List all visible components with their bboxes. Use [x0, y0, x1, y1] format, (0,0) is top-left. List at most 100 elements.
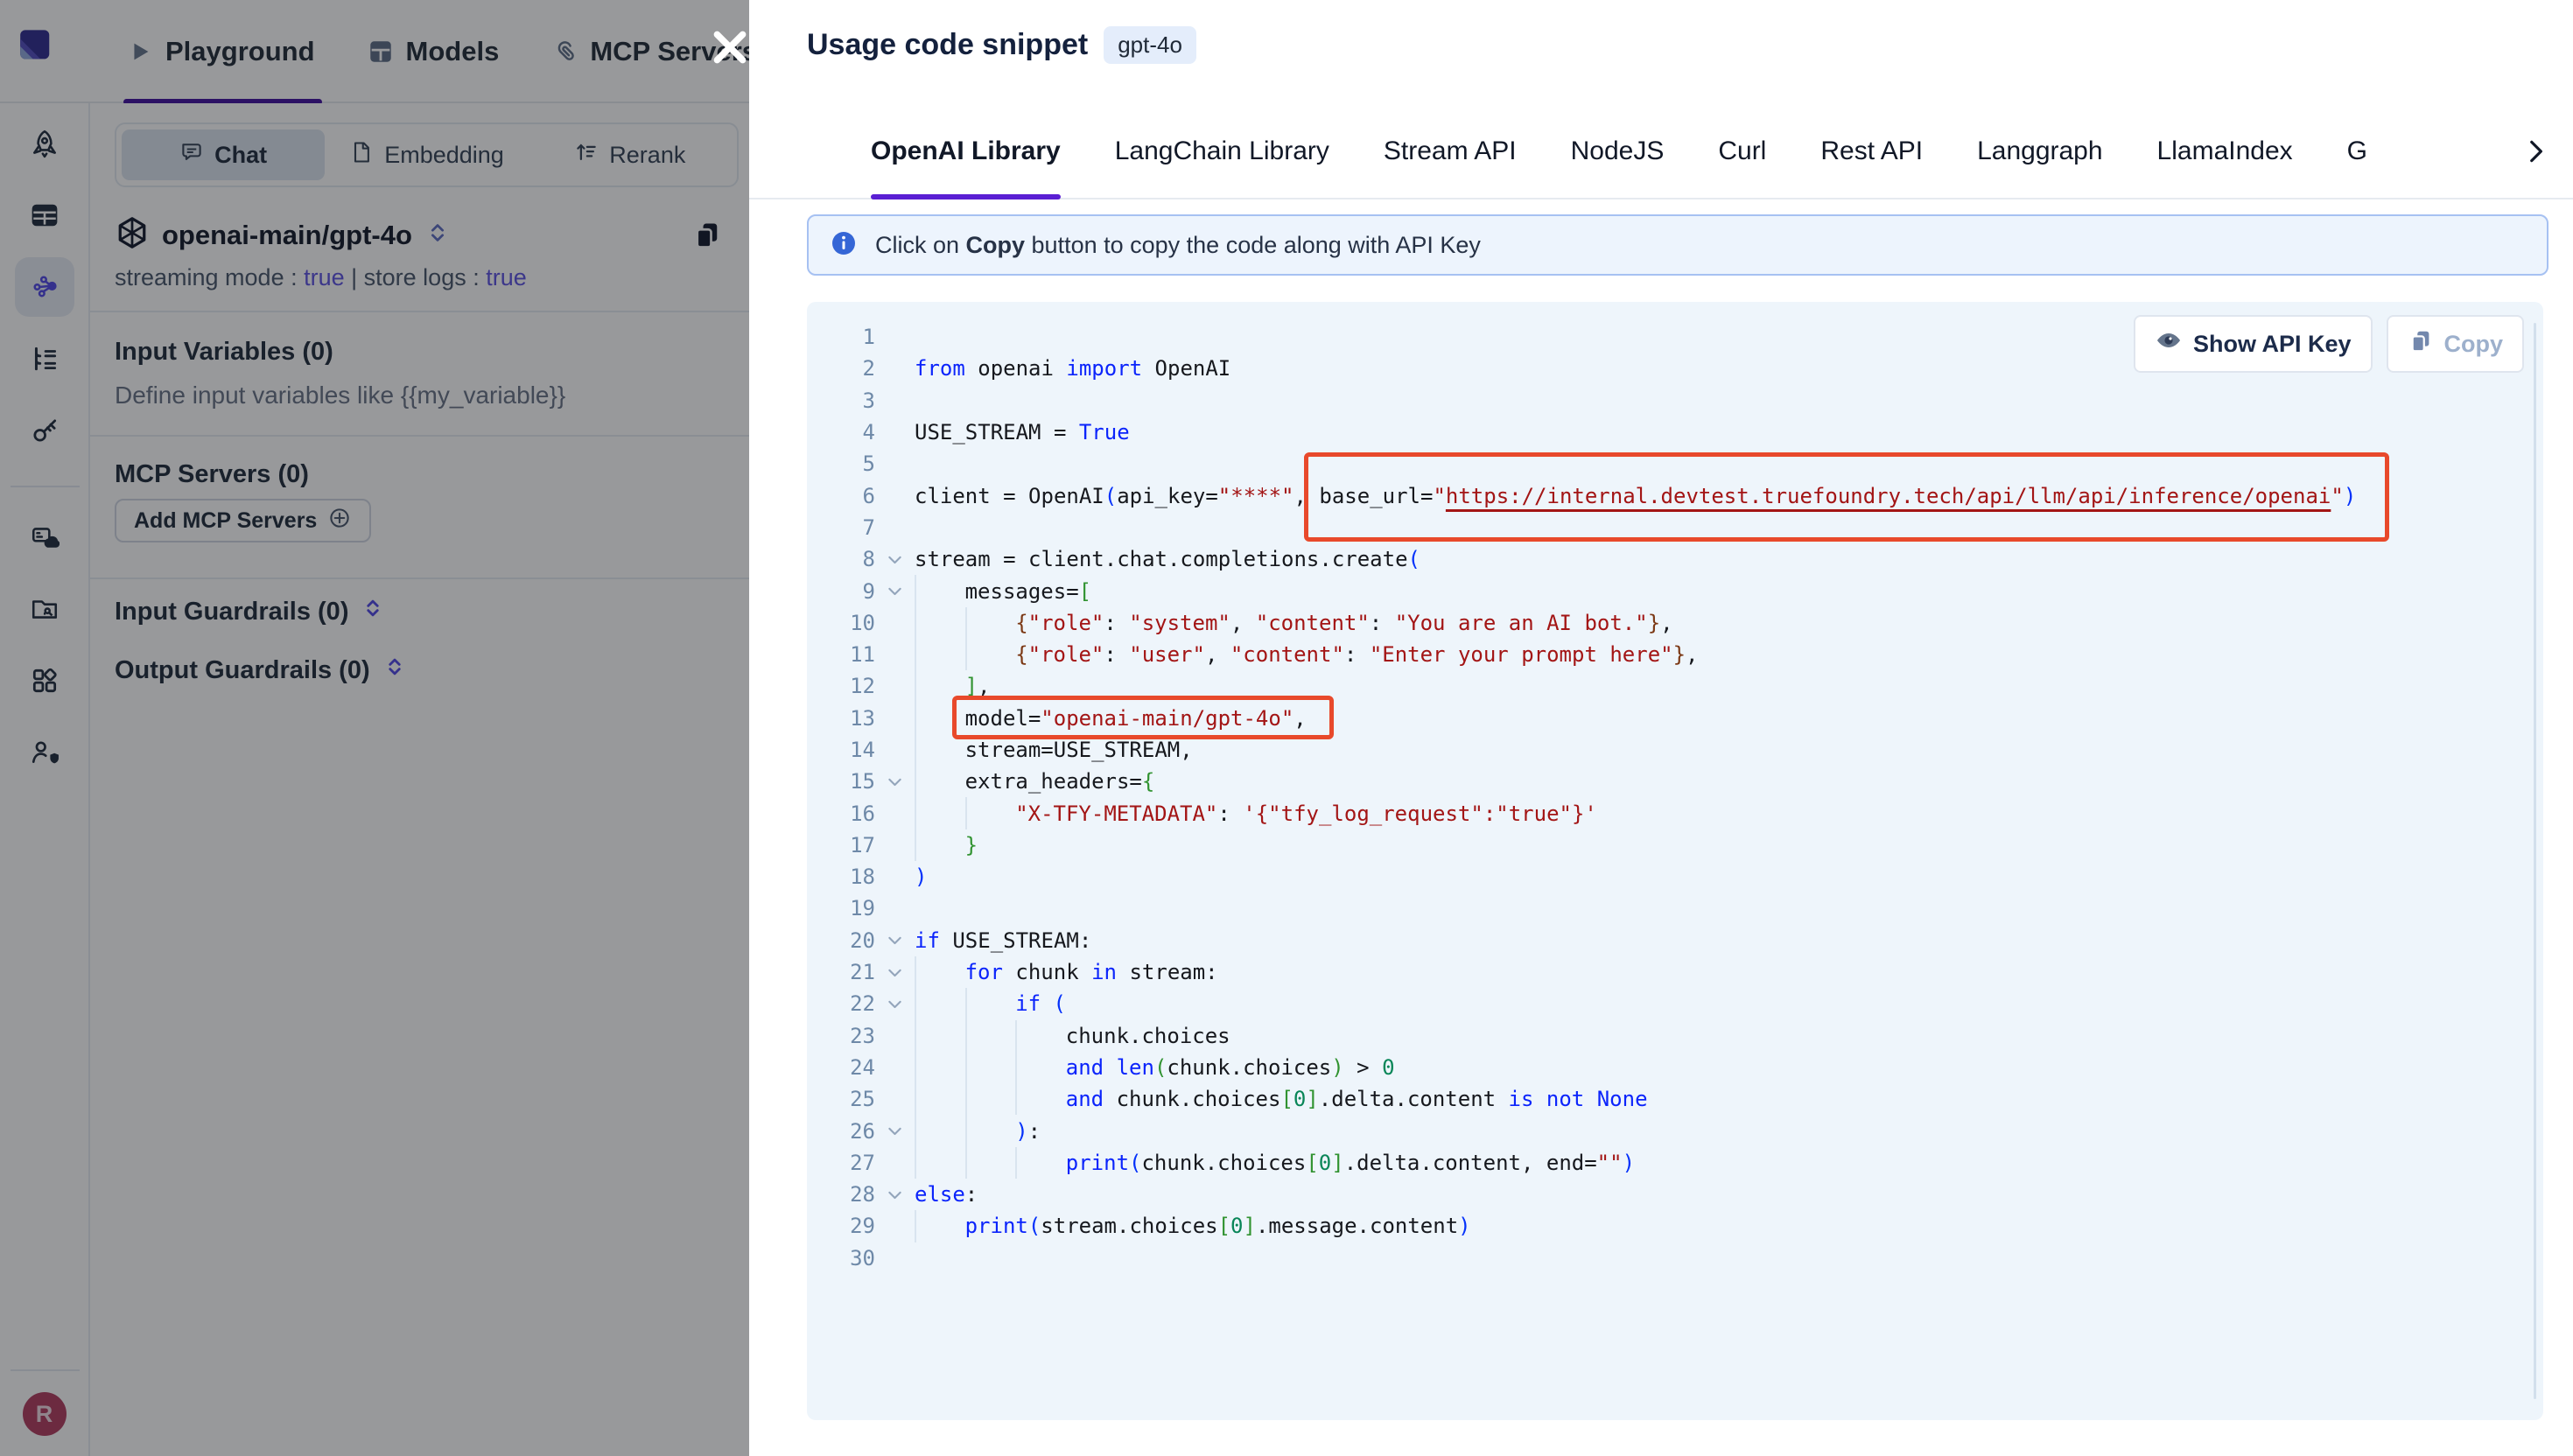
indent-guide [915, 1020, 965, 1052]
indent-guide [965, 1083, 1016, 1115]
app-screen: Playground Models MCP Servers [0, 0, 2573, 1456]
line-number: 21 [807, 960, 875, 984]
fold-chevron-icon[interactable] [875, 995, 915, 1013]
banner-text: Click on Copy button to copy the code al… [875, 232, 1481, 259]
library-tab-langchain-library[interactable]: LangChain Library [1115, 103, 1329, 200]
code-lines: 1 2 from openai import OpenAI 3 4 USE_STREAM … [807, 321, 2543, 1274]
code-line: 6client = OpenAI(api_key="****", base_ur… [807, 480, 2543, 511]
line-number: 24 [807, 1055, 875, 1080]
copy-code-button[interactable]: Copy [2387, 315, 2525, 373]
indent-guide [915, 1115, 965, 1146]
code-text: } [965, 833, 978, 858]
close-icon[interactable] [707, 24, 753, 70]
fold-chevron-icon[interactable] [875, 582, 915, 600]
fold-chevron-icon[interactable] [875, 1186, 915, 1204]
usage-code-modal: Usage code snippet gpt-4o OpenAI Library… [749, 0, 2573, 1456]
code-line: 24 and len(chunk.choices) > 0 [807, 1052, 2543, 1083]
line-number: 10 [807, 611, 875, 635]
show-api-key-button[interactable]: Show API Key [2134, 315, 2373, 373]
code-text: stream = client.chat.completions.create( [915, 547, 1420, 571]
code-text: client = OpenAI(api_key="****", base_url… [915, 484, 2356, 508]
code-line: 25and chunk.choices[0].delta.content is … [807, 1083, 2543, 1115]
code-text: from openai import OpenAI [915, 356, 1230, 381]
line-number: 23 [807, 1024, 875, 1048]
copy-label: Copy [2444, 331, 2504, 358]
code-text: print(chunk.choices[0].delta.content, en… [1066, 1151, 1635, 1175]
indent-guide [915, 830, 965, 861]
code-text: messages=[ [965, 579, 1092, 604]
modal-title: Usage code snippet [807, 28, 1088, 62]
code-text: chunk.choices [1066, 1024, 1230, 1048]
line-number: 25 [807, 1087, 875, 1111]
code-line: 21for chunk in stream: [807, 956, 2543, 988]
modal-header: Usage code snippet gpt-4o [807, 26, 1196, 64]
code-scrollbar[interactable] [2534, 323, 2536, 1399]
indent-guide [965, 1115, 1016, 1146]
show-api-key-label: Show API Key [2193, 331, 2352, 358]
line-number: 16 [807, 802, 875, 826]
indent-guide [965, 1020, 1016, 1052]
copy-icon [2408, 328, 2434, 360]
fold-chevron-icon[interactable] [875, 1122, 915, 1140]
line-number: 4 [807, 420, 875, 444]
code-line: 28else: [807, 1179, 2543, 1210]
fold-chevron-icon[interactable] [875, 550, 915, 569]
line-number: 30 [807, 1246, 875, 1270]
line-number: 27 [807, 1151, 875, 1175]
indent-guide [915, 703, 965, 734]
line-number: 17 [807, 833, 875, 858]
indent-guide [915, 766, 965, 797]
indent-guide [915, 1210, 965, 1242]
code-line: 5 [807, 448, 2543, 480]
indent-guide [915, 639, 965, 670]
library-tab-stream-api[interactable]: Stream API [1384, 103, 1517, 200]
code-text: ): [1015, 1119, 1041, 1144]
indent-guide [1015, 1083, 1066, 1115]
line-number: 22 [807, 991, 875, 1016]
fold-chevron-icon[interactable] [875, 963, 915, 982]
code-line: 22if ( [807, 988, 2543, 1019]
code-text: and len(chunk.choices) > 0 [1066, 1055, 1395, 1080]
fold-chevron-icon[interactable] [875, 773, 915, 791]
code-text: model="openai-main/gpt-4o", [965, 706, 1307, 731]
library-tab-nodejs[interactable]: NodeJS [1571, 103, 1665, 200]
library-tab-rest-api[interactable]: Rest API [1820, 103, 1923, 200]
line-number: 20 [807, 928, 875, 953]
code-line: 18) [807, 861, 2543, 892]
indent-guide [915, 1052, 965, 1083]
code-text: USE_STREAM = True [915, 420, 1130, 444]
indent-guide [965, 1147, 1016, 1179]
indent-guide [915, 988, 965, 1019]
indent-guide [915, 575, 965, 606]
line-number: 1 [807, 325, 875, 349]
code-line: 15extra_headers={ [807, 766, 2543, 797]
chevron-right-icon[interactable] [2520, 136, 2550, 171]
code-line: 13model="openai-main/gpt-4o", [807, 703, 2543, 734]
library-tab-openai-library[interactable]: OpenAI Library [871, 103, 1061, 200]
library-tab-langgraph[interactable]: Langgraph [1977, 103, 2102, 200]
library-tab-g[interactable]: G [2347, 103, 2367, 200]
code-line: 23 chunk.choices [807, 1020, 2543, 1052]
code-line: 14stream=USE_STREAM, [807, 734, 2543, 766]
indent-guide [965, 607, 1016, 639]
indent-guide [915, 670, 965, 702]
line-number: 2 [807, 356, 875, 381]
indent-guide [965, 1052, 1016, 1083]
code-line: 17} [807, 830, 2543, 861]
code-line: 11{"role": "user", "content": "Enter you… [807, 639, 2543, 670]
code-line: 26): [807, 1115, 2543, 1146]
indent-guide [915, 1147, 965, 1179]
line-number: 29 [807, 1214, 875, 1238]
code-line: 16"X-TFY-METADATA": '{"tfy_log_request":… [807, 797, 2543, 829]
code-block: Show API Key Copy 1 2 from openai import O… [807, 302, 2543, 1420]
code-line: 27 print(chunk.choices[0].delta.content, … [807, 1147, 2543, 1179]
code-line: 7 [807, 512, 2543, 543]
fold-chevron-icon[interactable] [875, 931, 915, 949]
library-tab-llamaindex[interactable]: LlamaIndex [2157, 103, 2293, 200]
code-line: 3 [807, 385, 2543, 416]
indent-guide [915, 956, 965, 988]
library-tab-curl[interactable]: Curl [1718, 103, 1766, 200]
code-line: 10{"role": "system", "content": "You are… [807, 607, 2543, 639]
line-number: 14 [807, 738, 875, 762]
code-line: 30 [807, 1242, 2543, 1274]
